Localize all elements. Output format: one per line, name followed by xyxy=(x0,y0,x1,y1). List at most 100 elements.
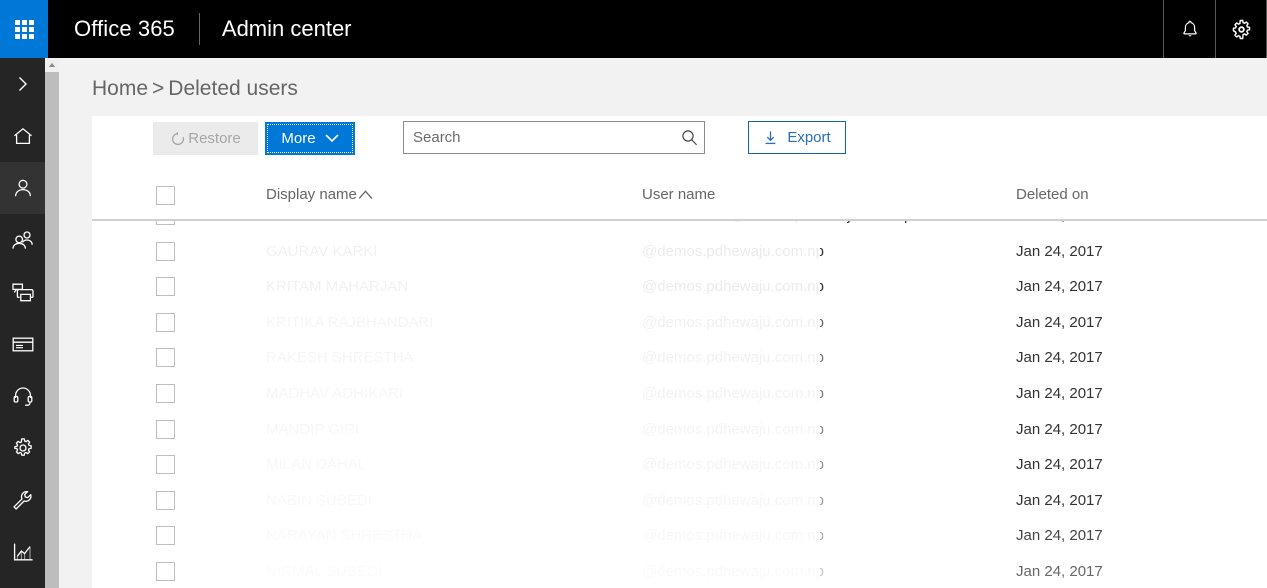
chevron-right-icon xyxy=(18,77,27,91)
table-row[interactable]: RAKESH SHRESTHA @demos.pdhewaju.com.np Jan… xyxy=(92,341,1267,377)
suite-header: Office 365 Admin center xyxy=(0,0,1267,58)
cell-user-name: @demos.pdhewaju.com.np xyxy=(642,242,824,260)
suite-brand[interactable]: Office 365 xyxy=(48,0,199,58)
row-checkbox[interactable] xyxy=(156,455,175,475)
caret-up-icon xyxy=(48,63,56,67)
home-icon xyxy=(13,127,32,144)
restore-label: Restore xyxy=(188,130,241,147)
table-row[interactable]: MILAN DAHAL @demos.pdhewaju.com.np Jan 24,… xyxy=(92,448,1267,484)
settings-gear-icon xyxy=(13,438,32,456)
select-all-checkbox[interactable] xyxy=(156,186,175,205)
cell-deleted-on: Jan 24, 2017 xyxy=(1016,313,1103,331)
more-label: More xyxy=(281,130,316,147)
suite-spacer xyxy=(372,0,1163,58)
table-row[interactable]: MADHAV ADHIKARI @demos.pdhewaju.com.np Jan… xyxy=(92,377,1267,413)
breadcrumb: Home > Deleted users xyxy=(92,77,298,101)
cell-deleted-on: Jan 24, 2017 xyxy=(1016,420,1103,438)
table-row[interactable]: NARAYAN SHRESTHA @demos.pdhewaju.com.np Ja… xyxy=(92,519,1267,555)
table-body: DILIP KHADKA105BCT2070@demos.pdhewaju.co… xyxy=(92,206,1267,588)
app-launcher-waffle-icon[interactable] xyxy=(0,0,48,58)
restore-button[interactable]: Restore xyxy=(153,122,258,155)
row-checkbox[interactable] xyxy=(156,312,175,332)
reports-chart-icon xyxy=(13,543,33,561)
page-scrollbar[interactable] xyxy=(45,58,59,588)
table-row[interactable]: KRITIKA RAJBHANDARI @demos.pdhewaju.com.n… xyxy=(92,306,1267,342)
deleted-users-table: Display name User name Deleted on DILIP … xyxy=(92,174,1267,588)
row-checkbox[interactable] xyxy=(156,348,175,368)
search-input[interactable] xyxy=(404,122,674,153)
bell-icon xyxy=(1182,20,1197,36)
row-checkbox[interactable] xyxy=(156,383,175,403)
cell-user-name: @demos.pdhewaju.com.np xyxy=(642,456,824,474)
table-rows-scroller: DILIP KHADKA105BCT2070@demos.pdhewaju.co… xyxy=(92,199,1267,588)
content-card: Restore More Search Export Display name … xyxy=(92,116,1267,588)
more-button[interactable]: More xyxy=(265,122,355,155)
cell-user-name: @demos.pdhewaju.com.np xyxy=(642,384,824,402)
sidebar-item-setup[interactable] xyxy=(0,474,45,526)
scrollbar-thumb[interactable] xyxy=(45,72,59,588)
cell-user-name: @demos.pdhewaju.com.np xyxy=(642,491,824,509)
sidebar-item-expand-nav[interactable] xyxy=(0,58,45,110)
cell-display-name: NARAYAN SHRESTHA xyxy=(266,527,423,545)
sidebar-item-resources[interactable] xyxy=(0,266,45,318)
sidebar-item-billing[interactable] xyxy=(0,318,45,370)
column-header-user-name[interactable]: User name xyxy=(642,186,715,203)
row-checkbox[interactable] xyxy=(156,490,175,510)
sidebar-item-users[interactable] xyxy=(0,162,45,214)
cell-display-name: MANDIP GIRI xyxy=(266,420,360,438)
search-icon[interactable] xyxy=(674,122,704,153)
export-label: Export xyxy=(787,129,831,146)
breadcrumb-home[interactable]: Home xyxy=(92,77,148,100)
page-body: Home > Deleted users Restore More Search… xyxy=(59,58,1267,588)
cell-display-name: GAURAV KARKI xyxy=(266,242,378,260)
wrench-icon xyxy=(13,490,32,510)
sidebar-item-support[interactable] xyxy=(0,370,45,422)
sidebar-item-reports[interactable] xyxy=(0,526,45,578)
table-row[interactable]: KRITAM MAHARJAN @demos.pdhewaju.com.np Jan… xyxy=(92,270,1267,306)
command-bar: Restore More Search Export xyxy=(92,116,1267,174)
suite-app-name[interactable]: Admin center xyxy=(200,0,372,58)
cell-display-name: RAKESH SHRESTHA xyxy=(266,349,414,367)
cell-user-name: @demos.pdhewaju.com.np xyxy=(642,278,824,296)
sidebar-item-groups[interactable] xyxy=(0,214,45,266)
cell-deleted-on: Jan 24, 2017 xyxy=(1016,562,1103,580)
table-row[interactable]: GAURAV KARKI @demos.pdhewaju.com.np Jan 24… xyxy=(92,235,1267,271)
table-header-row: Display name User name Deleted on xyxy=(92,174,1267,221)
download-arrow-icon xyxy=(765,130,776,144)
column-header-display-name[interactable]: Display name xyxy=(266,186,373,203)
user-icon xyxy=(14,179,31,197)
cell-user-name: @demos.pdhewaju.com.np xyxy=(642,527,824,545)
sidebar-item-settings[interactable] xyxy=(0,422,45,474)
cell-deleted-on: Jan 24, 2017 xyxy=(1016,349,1103,367)
cell-user-name: @demos.pdhewaju.com.np xyxy=(642,313,824,331)
cell-display-name: MADHAV ADHIKARI xyxy=(266,384,404,402)
scroll-up-button[interactable] xyxy=(45,58,59,72)
caret-up-icon xyxy=(358,190,373,199)
sidebar-nav xyxy=(0,58,45,588)
groups-icon xyxy=(11,231,33,249)
table-row[interactable]: NABIN SUBEDI @demos.pdhewaju.com.np Jan 24… xyxy=(92,484,1267,520)
row-checkbox[interactable] xyxy=(156,419,175,439)
export-button[interactable]: Export xyxy=(748,121,846,154)
search-box[interactable] xyxy=(403,121,705,154)
row-checkbox[interactable] xyxy=(156,277,175,297)
cell-deleted-on: Jan 24, 2017 xyxy=(1016,278,1103,296)
restore-circular-arrow-icon xyxy=(172,131,185,145)
table-row[interactable]: MANDIP GIRI @demos.pdhewaju.com.np Jan 24,… xyxy=(92,413,1267,449)
cell-user-name: @demos.pdhewaju.com.np xyxy=(642,349,824,367)
sidebar-item-home[interactable] xyxy=(0,110,45,162)
row-checkbox[interactable] xyxy=(156,526,175,546)
resources-printer-icon xyxy=(11,283,34,302)
cell-deleted-on: Jan 24, 2017 xyxy=(1016,491,1103,509)
column-header-display-name-label: Display name xyxy=(266,186,357,203)
notifications-button[interactable] xyxy=(1163,0,1215,58)
row-checkbox[interactable] xyxy=(156,241,175,261)
column-header-deleted-on[interactable]: Deleted on xyxy=(1016,186,1089,203)
support-headset-icon xyxy=(13,387,32,406)
row-checkbox[interactable] xyxy=(156,561,175,581)
table-row[interactable]: NIRMAL SUBEDI @demos.pdhewaju.com.np Jan 2… xyxy=(92,555,1267,588)
settings-button[interactable] xyxy=(1215,0,1267,58)
page-title: Deleted users xyxy=(168,77,298,100)
chevron-down-icon xyxy=(325,134,339,143)
cell-deleted-on: Jan 24, 2017 xyxy=(1016,242,1103,260)
